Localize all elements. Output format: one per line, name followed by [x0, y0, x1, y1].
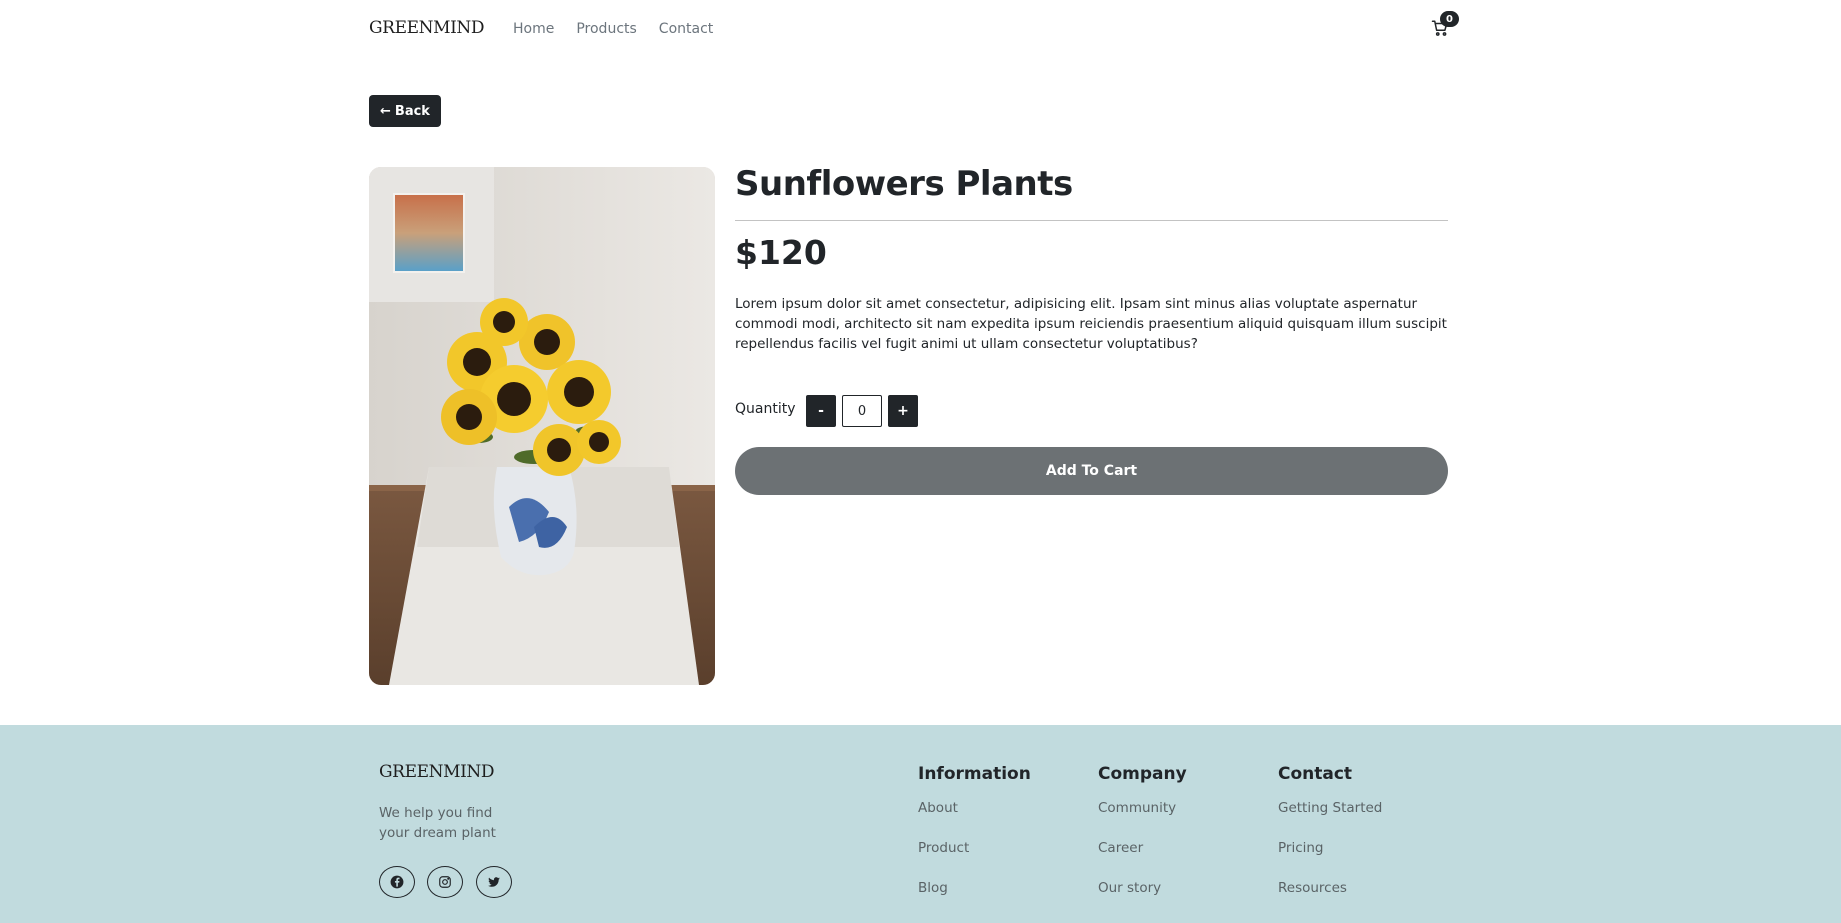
back-button-label: Back [394, 103, 430, 119]
quantity-label: Quantity [735, 401, 796, 417]
twitter-icon[interactable] [476, 866, 512, 898]
footer-link-our-story[interactable]: Our story [1098, 878, 1187, 898]
site-logo[interactable]: GREENMIND [369, 18, 485, 38]
footer-link-career[interactable]: Career [1098, 838, 1187, 858]
quantity-decrease-button[interactable]: - [806, 395, 836, 427]
footer-heading-information: Information [918, 764, 1031, 784]
nav-contact-link[interactable]: Contact [659, 21, 713, 37]
nav-home-link[interactable]: Home [513, 21, 554, 37]
nav-products-link[interactable]: Products [576, 21, 636, 37]
footer-heading-company: Company [1098, 764, 1187, 784]
footer-column-contact: Contact Getting Started Pricing Resource… [1278, 764, 1382, 918]
footer-link-product[interactable]: Product [918, 838, 1031, 858]
footer-link-getting-started[interactable]: Getting Started [1278, 798, 1382, 818]
footer-link-about[interactable]: About [918, 798, 1031, 818]
instagram-icon[interactable] [427, 866, 463, 898]
quantity-input[interactable] [842, 395, 882, 427]
product-title: Sunflowers Plants [735, 164, 1073, 204]
footer-link-pricing[interactable]: Pricing [1278, 838, 1382, 858]
footer-link-resources[interactable]: Resources [1278, 878, 1382, 898]
site-header: GREENMIND Home Products Contact 0 [0, 0, 1841, 58]
back-button[interactable]: ← Back [369, 95, 441, 127]
facebook-icon[interactable] [379, 866, 415, 898]
footer-link-blog[interactable]: Blog [918, 878, 1031, 898]
title-divider [735, 220, 1448, 221]
add-to-cart-button[interactable]: Add To Cart [735, 447, 1448, 495]
arrow-left-icon: ← [380, 103, 391, 119]
footer-column-company: Company Community Career Our story [1098, 764, 1187, 918]
footer-column-information: Information About Product Blog [918, 764, 1031, 918]
main-nav: Home Products Contact [513, 21, 735, 37]
product-image [369, 167, 715, 685]
product-price: $120 [735, 233, 827, 272]
footer-tagline: We help you find your dream plant [379, 805, 496, 841]
cart-count-badge: 0 [1440, 11, 1459, 27]
footer-link-community[interactable]: Community [1098, 798, 1187, 818]
quantity-increase-button[interactable]: + [888, 395, 918, 427]
site-footer: GREENMIND We help you find your dream pl… [0, 725, 1841, 923]
product-description: Lorem ipsum dolor sit amet consectetur, … [735, 296, 1447, 352]
footer-logo[interactable]: GREENMIND [379, 762, 495, 782]
footer-heading-contact: Contact [1278, 764, 1353, 784]
